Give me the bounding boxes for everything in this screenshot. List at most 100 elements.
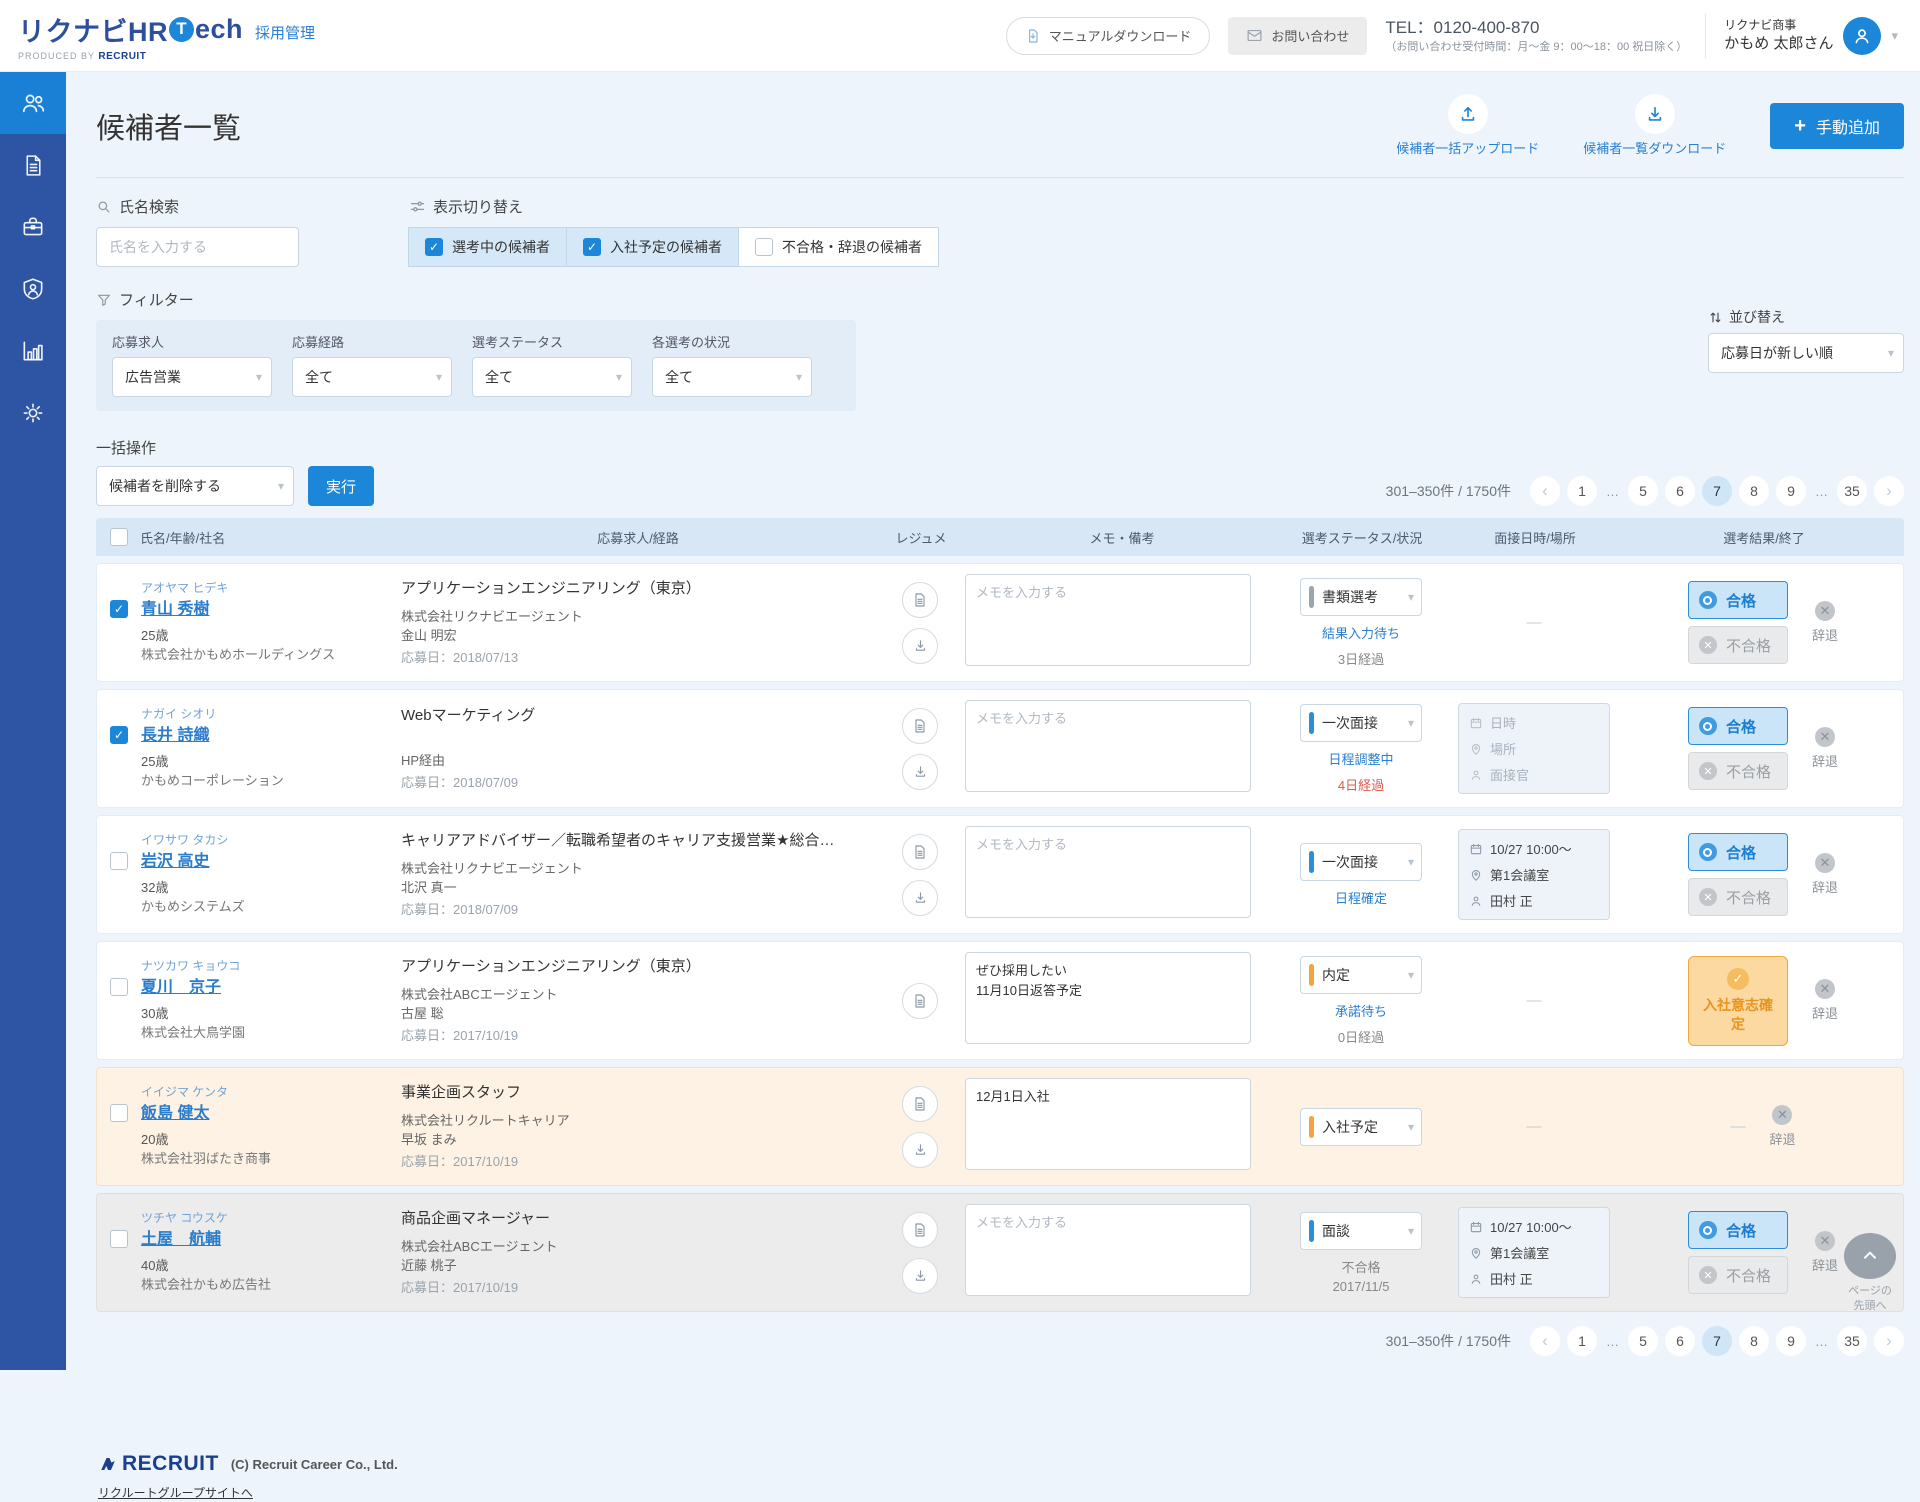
fail-button[interactable]: ✕不合格: [1688, 626, 1788, 664]
contact-button[interactable]: お問い合わせ: [1228, 17, 1367, 55]
pager-prev[interactable]: ‹: [1530, 1326, 1560, 1356]
interview-schedule-box[interactable]: 10/27 10:00〜 第1会議室 田村 正: [1458, 829, 1610, 920]
interview-schedule-box[interactable]: 日時 場所 面接官: [1458, 703, 1610, 794]
manual-download-button[interactable]: マニュアルダウンロード: [1006, 17, 1211, 55]
pager-page-1[interactable]: 1: [1567, 1326, 1597, 1356]
group-site-link[interactable]: リクルートグループサイトへ: [98, 1484, 253, 1501]
pager-next[interactable]: ›: [1874, 476, 1904, 506]
resume-view-button[interactable]: [902, 834, 938, 870]
candidate-name-link[interactable]: 長井 詩織: [141, 724, 209, 747]
pager-page-8[interactable]: 8: [1739, 476, 1769, 506]
pager-page-9[interactable]: 9: [1776, 1326, 1806, 1356]
row-checkbox[interactable]: ✓: [110, 600, 128, 618]
row-checkbox[interactable]: [110, 978, 128, 996]
pager-page-9[interactable]: 9: [1776, 476, 1806, 506]
sidebar-item-settings[interactable]: [0, 382, 66, 444]
decline-button[interactable]: ✕辞退: [1812, 979, 1838, 1022]
memo-input[interactable]: 12月1日入社: [965, 1078, 1251, 1170]
sidebar-item-jobs[interactable]: [0, 196, 66, 258]
status-select[interactable]: 書類選考 ▾: [1300, 578, 1422, 616]
pager-page-6[interactable]: 6: [1665, 1326, 1695, 1356]
candidate-name-link[interactable]: 夏川 京子: [141, 976, 221, 999]
filter-rejected-checkbox[interactable]: 不合格・辞退の候補者: [738, 227, 939, 267]
pager-page-35[interactable]: 35: [1837, 476, 1867, 506]
resume-view-button[interactable]: [902, 582, 938, 618]
row-checkbox[interactable]: ✓: [110, 726, 128, 744]
fail-button[interactable]: ✕不合格: [1688, 1256, 1788, 1294]
route-filter-select[interactable]: 全て▾: [292, 357, 452, 397]
pager-page-8[interactable]: 8: [1739, 1326, 1769, 1356]
sidebar-item-privacy[interactable]: [0, 258, 66, 320]
stage-filter-select[interactable]: 全て▾: [652, 357, 812, 397]
pager-page-5[interactable]: 5: [1628, 476, 1658, 506]
search-input[interactable]: [96, 227, 299, 267]
pass-button[interactable]: 合格: [1688, 833, 1788, 871]
pager-page-5[interactable]: 5: [1628, 1326, 1658, 1356]
filter-in-progress-checkbox[interactable]: ✓ 選考中の候補者: [408, 227, 567, 267]
status-select[interactable]: 一次面接 ▾: [1300, 704, 1422, 742]
resume-download-button[interactable]: [902, 754, 938, 790]
memo-input[interactable]: ぜひ採用したい 11月10日返答予定: [965, 952, 1251, 1044]
resume-view-button[interactable]: [902, 708, 938, 744]
status-select[interactable]: 入社予定 ▾: [1300, 1108, 1422, 1146]
resume-download-button[interactable]: [902, 628, 938, 664]
resume-view-button[interactable]: [902, 983, 938, 1019]
memo-input[interactable]: [965, 826, 1251, 918]
manual-add-button[interactable]: + 手動追加: [1770, 103, 1904, 149]
pager-page-35[interactable]: 35: [1837, 1326, 1867, 1356]
pager-prev[interactable]: ‹: [1530, 476, 1560, 506]
pager-page-7-active[interactable]: 7: [1702, 476, 1732, 506]
candidate-name-link[interactable]: 土屋 航輔: [141, 1228, 221, 1251]
pager-page-7-active[interactable]: 7: [1702, 1326, 1732, 1356]
resume-view-button[interactable]: [902, 1212, 938, 1248]
user-menu[interactable]: リクナビ商事 かもめ 太郎さん ▾: [1724, 17, 1898, 55]
status-select[interactable]: 面談 ▾: [1300, 1212, 1422, 1250]
decline-button[interactable]: ✕辞退: [1812, 727, 1838, 770]
sidebar-item-reports[interactable]: [0, 320, 66, 382]
memo-input[interactable]: [965, 574, 1251, 666]
filter-joining-checkbox[interactable]: ✓ 入社予定の候補者: [566, 227, 739, 267]
execute-button[interactable]: 実行: [308, 466, 374, 506]
app-logo[interactable]: リクナビHR T ech 採用管理 PRODUCED BY RECRUIT: [18, 10, 315, 62]
interview-schedule-box[interactable]: 10/27 10:00〜 第1会議室 田村 正: [1458, 1207, 1610, 1298]
row-checkbox[interactable]: [110, 1230, 128, 1248]
pager-page-6[interactable]: 6: [1665, 476, 1695, 506]
pager-page-1[interactable]: 1: [1567, 476, 1597, 506]
decline-button[interactable]: ✕辞退: [1812, 853, 1838, 896]
fail-button[interactable]: ✕不合格: [1688, 878, 1788, 916]
row-checkbox[interactable]: [110, 852, 128, 870]
pager-next[interactable]: ›: [1874, 1326, 1904, 1356]
sidebar-item-candidates[interactable]: [0, 72, 66, 134]
status-select[interactable]: 内定 ▾: [1300, 956, 1422, 994]
resume-view-button[interactable]: [902, 1086, 938, 1122]
job-filter-select[interactable]: 広告営業▾: [112, 357, 272, 397]
candidate-name-link[interactable]: 青山 秀樹: [141, 598, 209, 621]
candidate-name-link[interactable]: 飯島 健太: [141, 1102, 209, 1125]
decline-button[interactable]: ✕辞退: [1812, 601, 1838, 644]
list-download-button[interactable]: 候補者一覧ダウンロード: [1583, 94, 1726, 157]
status-action-link[interactable]: 承諾待ち: [1335, 1001, 1387, 1020]
candidate-name-link[interactable]: 岩沢 高史: [141, 850, 209, 873]
status-action-link[interactable]: 結果入力待ち: [1322, 623, 1400, 642]
status-filter-select[interactable]: 全て▾: [472, 357, 632, 397]
status-action-link[interactable]: 日程調整中: [1328, 749, 1393, 768]
resume-download-button[interactable]: [902, 880, 938, 916]
join-confirmed-button[interactable]: ✓ 入社意志確定: [1688, 956, 1788, 1046]
bulk-action-select[interactable]: 候補者を削除する▾: [96, 466, 294, 506]
pass-button[interactable]: 合格: [1688, 707, 1788, 745]
resume-download-button[interactable]: [902, 1132, 938, 1168]
fail-button[interactable]: ✕不合格: [1688, 752, 1788, 790]
decline-button[interactable]: ✕辞退: [1812, 1231, 1838, 1274]
status-action-link[interactable]: 日程確定: [1335, 888, 1387, 907]
pass-button[interactable]: 合格: [1688, 581, 1788, 619]
pass-button[interactable]: 合格: [1688, 1211, 1788, 1249]
row-checkbox[interactable]: [110, 1104, 128, 1122]
status-select[interactable]: 一次面接 ▾: [1300, 843, 1422, 881]
sort-select[interactable]: 応募日が新しい順▾: [1708, 333, 1904, 373]
bulk-upload-button[interactable]: 候補者一括アップロード: [1396, 94, 1539, 157]
back-to-top-button[interactable]: ページの先頭へ: [1844, 1233, 1896, 1314]
decline-button[interactable]: ✕辞退: [1769, 1105, 1795, 1148]
memo-input[interactable]: [965, 700, 1251, 792]
resume-download-button[interactable]: [902, 1258, 938, 1294]
memo-input[interactable]: [965, 1204, 1251, 1296]
